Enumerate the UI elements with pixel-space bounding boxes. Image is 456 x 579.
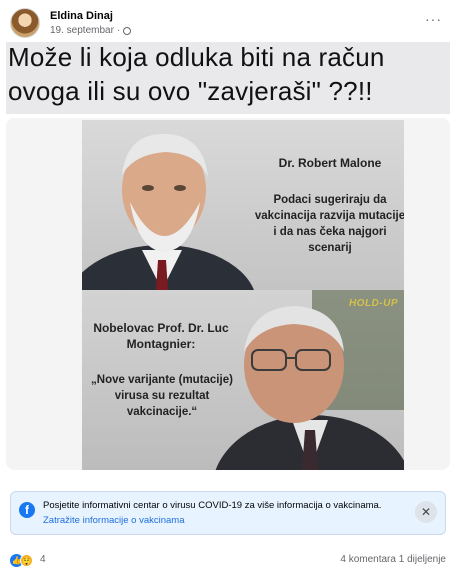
close-icon[interactable]: ✕	[415, 501, 437, 523]
image-caption-quote-malone: Podaci sugeriraju da vakcinacija razvija…	[254, 194, 404, 254]
image-panel-malone: Dr. Robert Malone Podaci sugeriraju da v…	[82, 120, 404, 290]
comment-count[interactable]: 4 komentara	[340, 554, 396, 565]
share-count[interactable]: 1 dijeljenje	[399, 554, 446, 565]
image-caption-quote-montagnier: „Nove varijante (mutacije) virusa su rez…	[91, 374, 233, 418]
globe-icon	[123, 26, 132, 35]
image-panel-montagnier: HOLD-UP Nobelovac Prof. Dr. Luc Montagni…	[82, 290, 404, 470]
info-banner-link[interactable]: Zatražite informacije o vakcinama	[43, 515, 185, 526]
reactions-summary[interactable]: 👍 😲	[10, 554, 40, 568]
engagement-counts: 4 komentara 1 dijeljenje	[340, 554, 446, 565]
info-banner-title: Posjetite informativni centar o virusu C…	[43, 500, 382, 511]
post-text: Može li koja odluka biti na račun ovoga …	[8, 42, 385, 106]
post-meta: 19. septembar ·	[50, 25, 132, 36]
post-date[interactable]: 19. septembar	[50, 25, 114, 36]
author-name[interactable]: Eldina Dinaj	[50, 10, 113, 22]
wow-icon: 😲	[20, 554, 33, 567]
post-card: Eldina Dinaj 19. septembar · ··· Može li…	[0, 0, 456, 579]
image-caption-name-malone: Dr. Robert Malone	[278, 156, 382, 170]
post-header: Eldina Dinaj 19. septembar · ···	[10, 8, 446, 40]
avatar[interactable]	[10, 8, 40, 38]
more-dots-icon[interactable]: ···	[425, 12, 442, 26]
watermark-logo: HOLD-UP	[348, 298, 398, 309]
reaction-count[interactable]: 4	[40, 554, 46, 565]
post-footer: 👍 😲 4 4 komentara 1 dijeljenje	[10, 552, 446, 570]
image-caption-name-montagnier: Nobelovac Prof. Dr. Luc Montagnier:	[93, 321, 229, 351]
covid-info-banner: f Posjetite informativni centar o virusu…	[10, 491, 446, 535]
facebook-icon: f	[19, 502, 35, 518]
